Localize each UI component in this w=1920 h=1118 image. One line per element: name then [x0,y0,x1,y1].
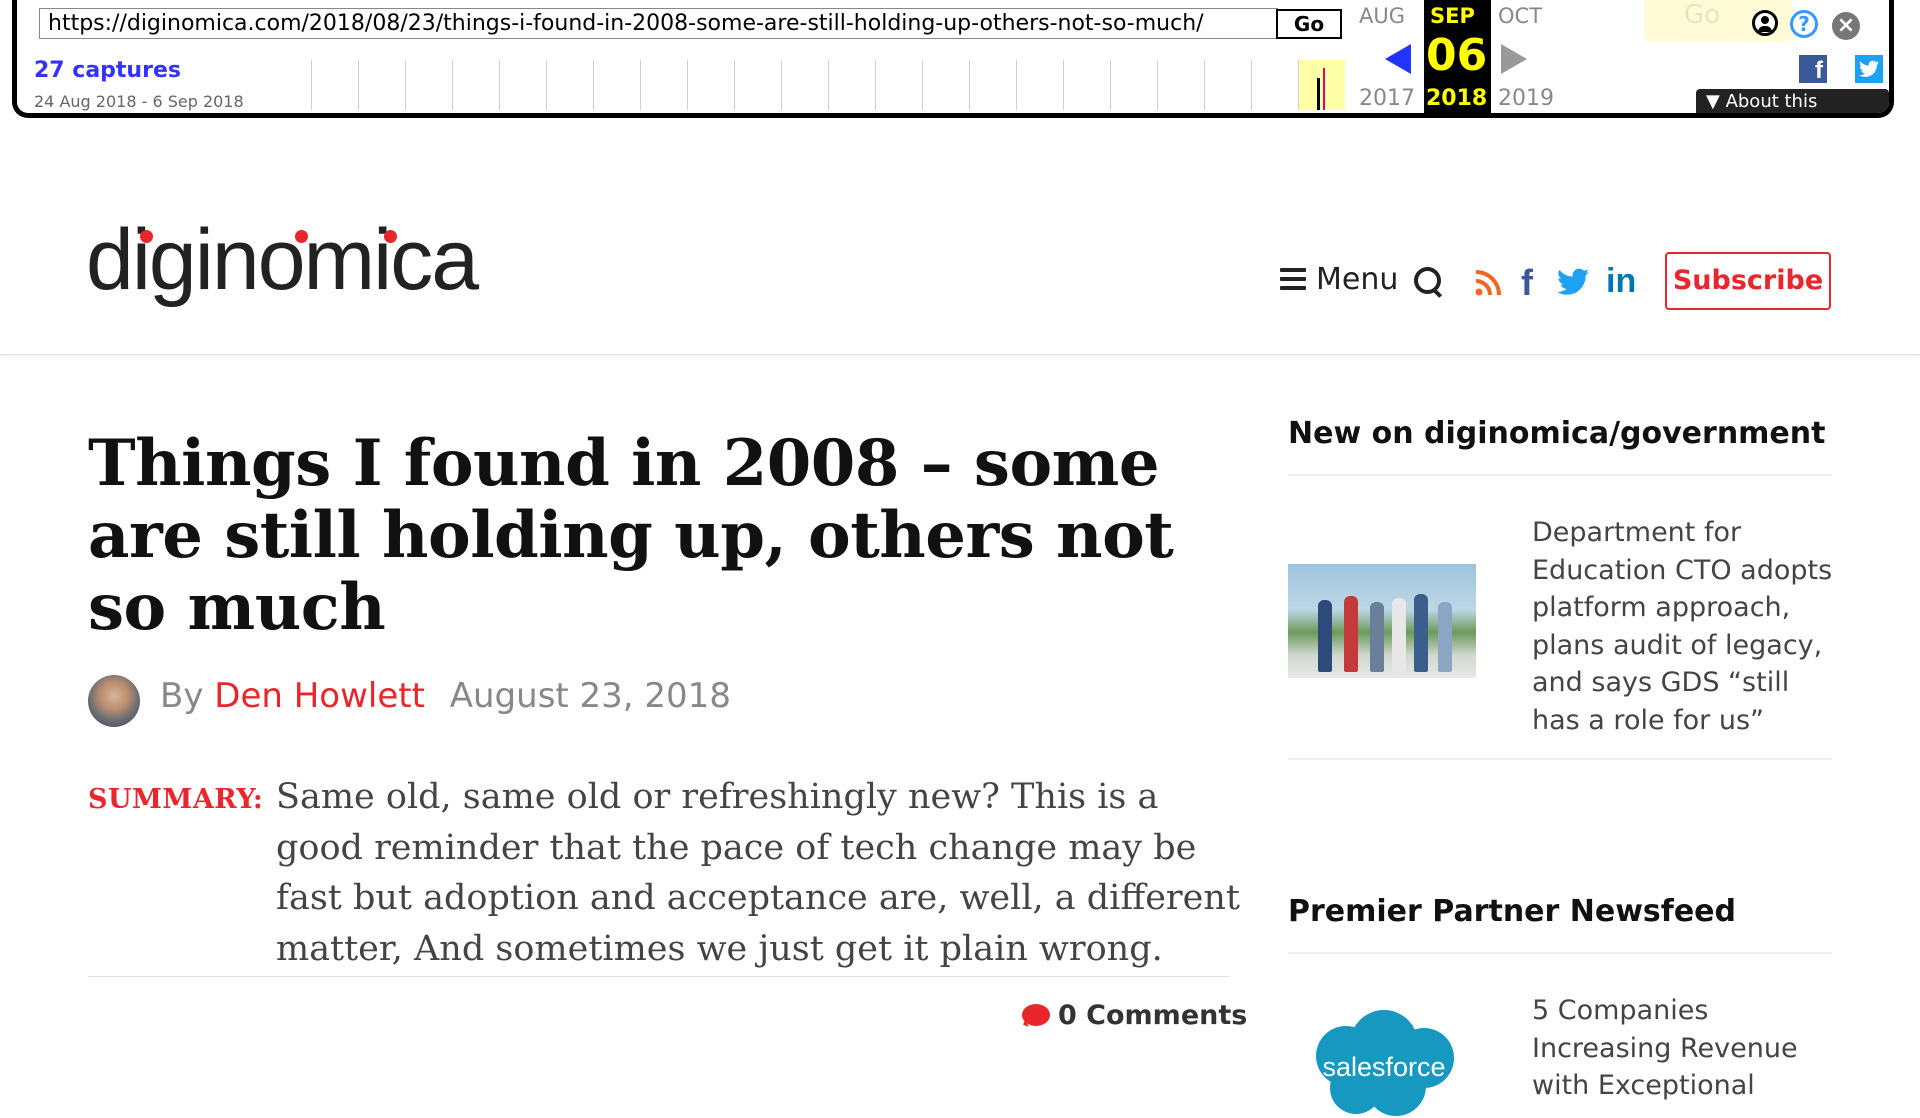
twitter-icon[interactable] [1557,268,1589,296]
prev-year-link[interactable]: 2017 [1359,86,1415,111]
summary-text: Same old, same old or refreshingly new? … [276,777,1240,969]
facebook-icon[interactable]: f [1799,55,1827,84]
comments-count: 0 Comments [1058,1000,1248,1031]
wayback-go-button[interactable]: Go [1276,9,1342,39]
sparkline-current-year [1299,60,1345,110]
twitter-icon[interactable] [1855,55,1883,83]
next-capture-arrow-icon [1501,44,1527,74]
facebook-icon[interactable]: f [1521,262,1533,304]
divider [88,976,1230,977]
next-year-label: 2019 [1498,86,1554,111]
wayback-toolbar: https://diginomica.com/2018/08/23/things… [12,0,1894,118]
user-icon[interactable] [1752,10,1778,36]
menu-button[interactable]: Menu [1316,262,1398,297]
author-link[interactable]: Den Howlett [214,676,425,716]
article-date: August 23, 2018 [449,676,731,716]
prev-month-link[interactable]: AUG [1359,4,1405,28]
search-icon[interactable] [1414,267,1441,294]
news-thumbnail[interactable] [1288,564,1476,678]
hamburger-icon[interactable] [1280,268,1306,290]
wayback-url-input[interactable]: https://diginomica.com/2018/08/23/things… [39,8,1278,39]
close-icon[interactable]: × [1832,12,1860,40]
svg-text:salesforce: salesforce [1322,1052,1445,1082]
salesforce-logo[interactable]: salesforce [1306,1008,1462,1118]
divider [1288,952,1832,954]
author-avatar[interactable] [88,675,140,727]
partner-news-link[interactable]: 5 Companies Increasing Revenue with Exce… [1532,992,1842,1105]
comments-link[interactable]: 0 Comments [1022,1000,1247,1031]
next-month-label: OCT [1498,4,1543,28]
subscribe-button[interactable]: Subscribe [1665,252,1831,310]
sparkline-current-marker [1323,68,1325,110]
divider [1288,474,1832,476]
sidebar-heading-government[interactable]: New on diginomica/government [1288,416,1825,451]
linkedin-icon[interactable]: in [1606,262,1636,301]
article-title: Things I found in 2008 – some are still … [88,426,1174,645]
news-item-link[interactable]: Department for Education CTO adopts plat… [1532,514,1842,739]
captures-link[interactable]: 27 captures [34,58,181,83]
current-day: 06 [1426,30,1488,81]
capture-sparkline[interactable] [265,60,1345,110]
logo-dot [140,230,153,243]
comment-bubble-icon [1022,1004,1050,1026]
capture-range: 24 Aug 2018 - 6 Sep 2018 [34,92,244,111]
summary-label: SUMMARY: [88,784,264,815]
sidebar-heading-partner: Premier Partner Newsfeed [1288,894,1737,929]
divider [1288,758,1832,760]
about-capture-button[interactable]: ▼ About this capture [1696,89,1889,113]
current-year: 2018 [1426,86,1488,111]
sparkline-bar [1317,78,1320,110]
current-month: SEP [1430,4,1475,28]
help-icon[interactable]: ? [1790,10,1818,38]
byline-by: By [160,676,204,716]
rss-icon[interactable] [1475,270,1501,296]
prev-capture-arrow-icon[interactable] [1385,44,1411,74]
logo-dot [384,230,397,243]
site-logo[interactable]: diginomica [86,210,479,310]
logo-dot [295,230,308,243]
byline: By Den Howlett August 23, 2018 [160,676,731,716]
logo-text: diginomica [86,212,479,308]
